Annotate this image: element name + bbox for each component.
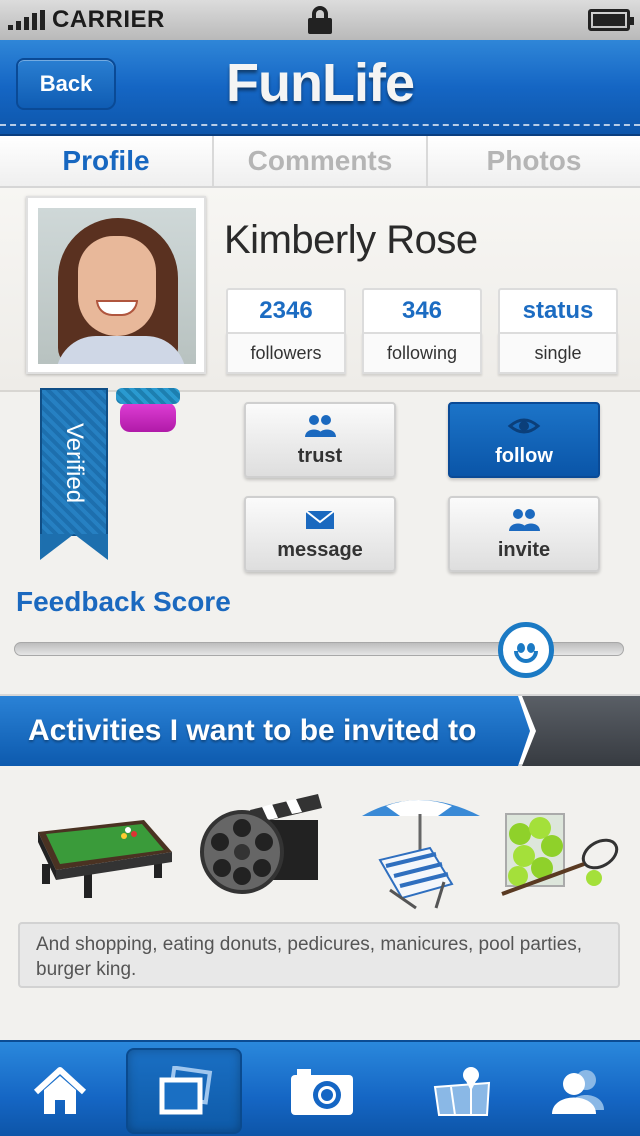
activities-title: Activities I want to be invited to <box>0 696 530 766</box>
invite-label: invite <box>497 538 551 561</box>
contacts-tab[interactable] <box>520 1048 636 1134</box>
profile-section: Kimberly Rose 2346 followers 346 followi… <box>0 188 640 392</box>
map-icon <box>433 1067 491 1116</box>
message-label: message <box>277 538 363 561</box>
following-stat[interactable]: 346 following <box>362 288 482 374</box>
app-header: Back FunLife <box>0 40 640 136</box>
following-count: 346 <box>362 288 482 332</box>
beach-chair-icon[interactable] <box>356 790 506 910</box>
message-button[interactable]: message <box>244 496 396 572</box>
followers-label: followers <box>226 332 346 374</box>
verified-ribbon-badge: Verified <box>40 388 108 568</box>
scroll-badge-icon <box>116 388 180 434</box>
people-icon <box>509 508 540 531</box>
film-reel-icon[interactable] <box>200 790 350 910</box>
verified-label: Verified <box>61 422 88 504</box>
carrier-label: CARRIER <box>52 6 165 33</box>
follow-button[interactable]: follow <box>448 402 600 478</box>
status-heading: status <box>498 288 618 332</box>
map-tab[interactable] <box>404 1048 520 1134</box>
tennis-icon[interactable] <box>494 790 640 910</box>
contacts-icon <box>552 1070 604 1114</box>
profile-photo[interactable] <box>26 196 206 374</box>
feedback-score-title: Feedback Score <box>16 586 231 617</box>
trust-label: trust <box>297 444 343 467</box>
photos-icon <box>159 1066 213 1115</box>
invite-button[interactable]: invite <box>448 496 600 572</box>
photos-tab[interactable] <box>126 1048 242 1134</box>
activities-note: And shopping, eating donuts, pedicures, … <box>18 922 620 988</box>
following-label: following <box>362 332 482 374</box>
home-tab[interactable] <box>2 1048 118 1134</box>
status-bar: CARRIER <box>0 0 640 40</box>
camera-icon <box>291 1069 353 1115</box>
camera-tab[interactable] <box>264 1048 380 1134</box>
envelope-icon <box>305 509 335 529</box>
profile-name: Kimberly Rose <box>224 218 478 262</box>
tab-photos[interactable]: Photos <box>428 136 640 186</box>
people-icon <box>305 414 336 437</box>
follow-label: follow <box>495 444 553 467</box>
tab-bar: Profile Comments Photos <box>0 136 640 188</box>
tab-profile[interactable]: Profile <box>0 136 214 186</box>
tab-comments[interactable]: Comments <box>214 136 428 186</box>
lock-icon <box>307 6 333 34</box>
activities-banner: Activities I want to be invited to <box>0 694 640 766</box>
battery-icon <box>588 9 634 31</box>
signal-icon <box>8 10 48 30</box>
followers-count: 2346 <box>226 288 346 332</box>
home-icon <box>33 1067 87 1114</box>
app-title: FunLife <box>226 53 415 113</box>
eye-icon <box>507 418 541 433</box>
trust-button[interactable]: trust <box>244 402 396 478</box>
banner-arrow-tab <box>522 696 640 766</box>
bottom-tab-bar <box>0 1040 640 1136</box>
pool-table-icon[interactable] <box>26 790 176 910</box>
smiley-face-icon[interactable] <box>498 622 554 678</box>
status-value: single <box>498 332 618 374</box>
status-stat[interactable]: status single <box>498 288 618 374</box>
followers-stat[interactable]: 2346 followers <box>226 288 346 374</box>
